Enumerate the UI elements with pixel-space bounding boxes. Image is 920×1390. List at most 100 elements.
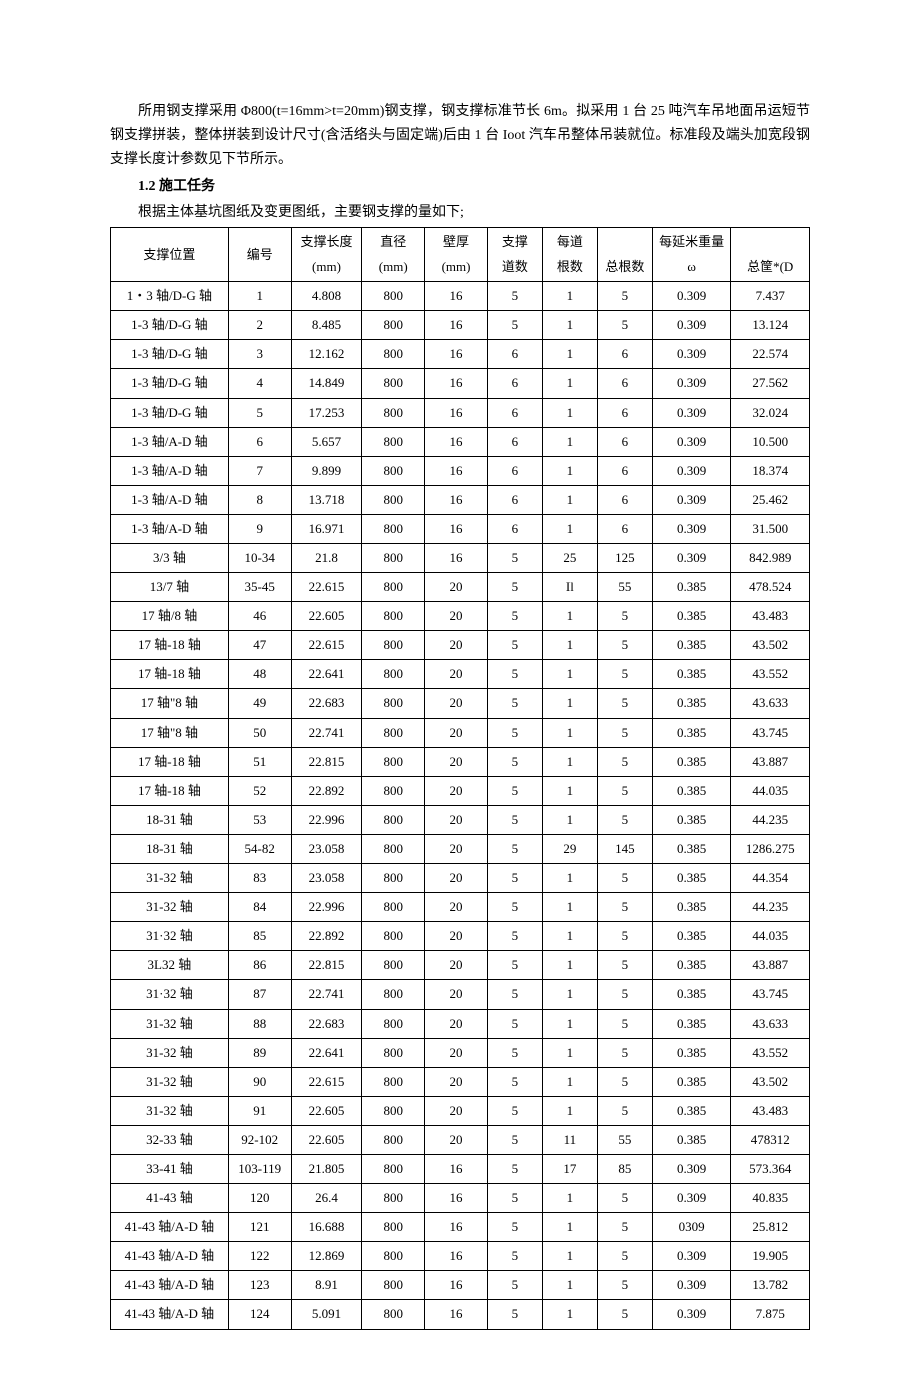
cell-position: 1-3 轴/D-G 轴	[111, 340, 229, 369]
cell-total: 5	[597, 747, 652, 776]
cell-diameter: 800	[362, 1067, 425, 1096]
cell-thickness: 20	[425, 1067, 488, 1096]
cell-diameter: 800	[362, 1213, 425, 1242]
table-row: 3/3 轴10-3421.8800165251250.309842.989	[111, 544, 810, 573]
cell-lanes: 5	[487, 893, 542, 922]
cell-position: 1-3 轴/D-G 轴	[111, 398, 229, 427]
cell-lanes: 5	[487, 1096, 542, 1125]
cell-diameter: 800	[362, 1154, 425, 1183]
cell-position: 3/3 轴	[111, 544, 229, 573]
cell-position: 33-41 轴	[111, 1154, 229, 1183]
cell-total: 5	[597, 1038, 652, 1067]
cell-number: 89	[228, 1038, 291, 1067]
cell-perlane: 1	[542, 1300, 597, 1329]
cell-sum: 32.024	[731, 398, 810, 427]
cell-perlane: 1	[542, 1213, 597, 1242]
cell-position: 41-43 轴	[111, 1184, 229, 1213]
cell-perlane: 29	[542, 834, 597, 863]
table-row: 17 轴-18 轴4722.615800205150.38543.502	[111, 631, 810, 660]
cell-position: 1-3 轴/D-G 轴	[111, 369, 229, 398]
cell-length: 22.815	[291, 747, 362, 776]
cell-thickness: 20	[425, 776, 488, 805]
cell-number: 91	[228, 1096, 291, 1125]
cell-number: 49	[228, 689, 291, 718]
header-sum-top	[731, 227, 810, 253]
cell-length: 22.683	[291, 1009, 362, 1038]
cell-total: 5	[597, 1067, 652, 1096]
section-heading: 1.2 施工任务	[110, 175, 810, 199]
cell-thickness: 16	[425, 1271, 488, 1300]
cell-number: 46	[228, 602, 291, 631]
cell-lanes: 5	[487, 602, 542, 631]
cell-number: 5	[228, 398, 291, 427]
cell-lanes: 5	[487, 1038, 542, 1067]
cell-total: 5	[597, 805, 652, 834]
cell-length: 8.485	[291, 311, 362, 340]
cell-length: 26.4	[291, 1184, 362, 1213]
cell-sum: 478312	[731, 1125, 810, 1154]
cell-number: 8	[228, 485, 291, 514]
cell-permeter: 0.385	[652, 1009, 731, 1038]
cell-thickness: 16	[425, 485, 488, 514]
cell-sum: 478.524	[731, 573, 810, 602]
cell-lanes: 5	[487, 544, 542, 573]
table-row: 17 轴-18 轴5122.815800205150.38543.887	[111, 747, 810, 776]
cell-perlane: 1	[542, 718, 597, 747]
cell-length: 5.657	[291, 427, 362, 456]
cell-length: 9.899	[291, 456, 362, 485]
cell-diameter: 800	[362, 544, 425, 573]
cell-sum: 43.745	[731, 980, 810, 1009]
table-row: 1-3 轴/D-G 轴28.485800165150.30913.124	[111, 311, 810, 340]
cell-lanes: 5	[487, 631, 542, 660]
cell-diameter: 800	[362, 485, 425, 514]
cell-permeter: 0.309	[652, 1300, 731, 1329]
cell-perlane: 1	[542, 893, 597, 922]
cell-number: 103-119	[228, 1154, 291, 1183]
cell-permeter: 0.385	[652, 805, 731, 834]
cell-total: 6	[597, 456, 652, 485]
cell-number: 92-102	[228, 1125, 291, 1154]
cell-lanes: 5	[487, 718, 542, 747]
table-row: 31-32 轴8922.641800205150.38543.552	[111, 1038, 810, 1067]
cell-length: 16.688	[291, 1213, 362, 1242]
cell-length: 12.162	[291, 340, 362, 369]
cell-permeter: 0.385	[652, 718, 731, 747]
table-header: 支撑位置 编号 支撑长度 直径 壁厚 支撑 每道 每延米重量 (mm) (mm)…	[111, 227, 810, 281]
cell-lanes: 5	[487, 1184, 542, 1213]
cell-number: 122	[228, 1242, 291, 1271]
cell-permeter: 0.385	[652, 1067, 731, 1096]
table-row: 1-3 轴/D-G 轴414.849800166160.30927.562	[111, 369, 810, 398]
cell-sum: 27.562	[731, 369, 810, 398]
cell-total: 6	[597, 514, 652, 543]
cell-number: 6	[228, 427, 291, 456]
cell-diameter: 800	[362, 922, 425, 951]
header-diameter-sub: (mm)	[362, 253, 425, 282]
cell-thickness: 16	[425, 1300, 488, 1329]
cell-perlane: 1	[542, 1184, 597, 1213]
cell-lanes: 5	[487, 1242, 542, 1271]
cell-diameter: 800	[362, 631, 425, 660]
cell-total: 5	[597, 660, 652, 689]
cell-perlane: 1	[542, 631, 597, 660]
cell-thickness: 16	[425, 514, 488, 543]
cell-position: 31-32 轴	[111, 893, 229, 922]
header-perlane-sub: 根数	[542, 253, 597, 282]
cell-thickness: 20	[425, 602, 488, 631]
cell-lanes: 6	[487, 340, 542, 369]
cell-length: 17.253	[291, 398, 362, 427]
cell-thickness: 16	[425, 544, 488, 573]
cell-length: 5.091	[291, 1300, 362, 1329]
cell-thickness: 20	[425, 893, 488, 922]
cell-total: 5	[597, 951, 652, 980]
cell-sum: 43.887	[731, 747, 810, 776]
cell-diameter: 800	[362, 689, 425, 718]
cell-number: 4	[228, 369, 291, 398]
cell-thickness: 20	[425, 1125, 488, 1154]
cell-thickness: 20	[425, 747, 488, 776]
table-row: 31-32 轴8323.058800205150.38544.354	[111, 864, 810, 893]
cell-position: 31-32 轴	[111, 864, 229, 893]
cell-perlane: 1	[542, 689, 597, 718]
cell-thickness: 20	[425, 573, 488, 602]
cell-diameter: 800	[362, 1038, 425, 1067]
cell-diameter: 800	[362, 398, 425, 427]
